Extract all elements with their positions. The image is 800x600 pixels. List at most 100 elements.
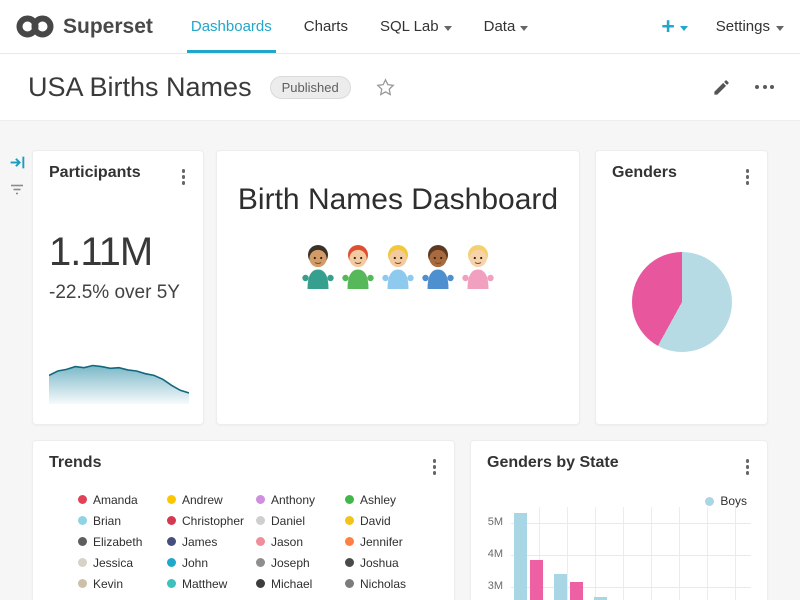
legend-dot — [256, 579, 265, 588]
legend-dot — [345, 516, 354, 525]
card-menu-icon[interactable] — [425, 454, 445, 480]
legend-item-james[interactable]: James — [167, 535, 256, 549]
nav-item-data[interactable]: Data — [468, 0, 545, 53]
legend-item-jessica[interactable]: Jessica — [78, 556, 167, 570]
legend-item-michael[interactable]: Michael — [256, 577, 345, 591]
trends-card: Trends Amanda Andrew Anthony Ashley BrianChr… — [32, 440, 455, 600]
legend-label: John — [182, 556, 208, 570]
legend-dot — [256, 537, 265, 546]
nav-item-sql-lab[interactable]: SQL Lab — [364, 0, 468, 53]
app-logo[interactable]: Superset — [16, 0, 153, 53]
bar-girls[interactable] — [570, 582, 583, 600]
bar-boys[interactable] — [554, 574, 567, 600]
genders-by-state-card: Genders by State Boys 5M4M3M — [470, 440, 768, 600]
superset-logo-icon — [16, 13, 54, 40]
legend-dot — [167, 495, 176, 504]
nav-item-charts[interactable]: Charts — [288, 0, 364, 53]
children-illustration — [217, 243, 579, 289]
edit-dashboard-button[interactable] — [712, 78, 731, 97]
bar-boys[interactable] — [514, 513, 527, 600]
filter-lines-icon — [9, 181, 25, 197]
genders-pie[interactable] — [632, 252, 732, 352]
y-axis-label: 4M — [479, 548, 503, 560]
star-icon — [375, 77, 396, 98]
bar-girls[interactable] — [530, 560, 543, 600]
legend-item-amanda[interactable]: Amanda — [78, 493, 167, 507]
main-nav: Dashboards Charts SQL Lab Data — [175, 0, 544, 53]
legend-item-christopher[interactable]: Christopher — [167, 514, 256, 528]
settings-menu[interactable]: Settings — [716, 18, 784, 35]
legend-dot — [345, 537, 354, 546]
legend-item-david[interactable]: David — [345, 514, 434, 528]
legend-dot — [78, 495, 87, 504]
bar-boys[interactable] — [594, 597, 607, 600]
legend-item-kevin[interactable]: Kevin — [78, 577, 167, 591]
y-axis-label: 5M — [479, 516, 503, 528]
expand-filter-bar-button[interactable] — [9, 154, 26, 171]
card-title: Trends — [49, 454, 101, 472]
child-figure-icon — [340, 243, 376, 289]
arrow-to-bar-icon — [9, 154, 26, 171]
gridline — [511, 555, 751, 556]
card-title: Participants — [49, 164, 141, 182]
genders-card: Genders — [595, 150, 768, 425]
legend-item-joseph[interactable]: Joseph — [256, 556, 345, 570]
nav-item-dashboards[interactable]: Dashboards — [175, 0, 288, 53]
legend-item-daniel[interactable]: Daniel — [256, 514, 345, 528]
legend-item-john[interactable]: John — [167, 556, 256, 570]
legend-label: David — [360, 514, 391, 528]
legend-dot — [345, 579, 354, 588]
legend-dot — [345, 495, 354, 504]
legend-label: Anthony — [271, 493, 315, 507]
child-figure-icon — [380, 243, 416, 289]
legend-item-matthew[interactable]: Matthew — [167, 577, 256, 591]
legend-item-joshua[interactable]: Joshua — [345, 556, 434, 570]
ellipsis-icon — [755, 85, 759, 89]
legend-label: Michael — [271, 577, 312, 591]
gridline — [511, 523, 751, 524]
y-axis-label: 3M — [479, 580, 503, 592]
gridline-vertical — [567, 507, 568, 600]
filter-button[interactable] — [9, 181, 25, 197]
legend-item-elizabeth[interactable]: Elizabeth — [78, 535, 167, 549]
dashboard-grid: Participants 1.11M -22.5% over 5Y Birth … — [0, 121, 800, 600]
chevron-down-icon — [680, 26, 688, 31]
new-button[interactable]: + — [661, 15, 687, 38]
trends-legend: Amanda Andrew Anthony Ashley BrianChristophe… — [78, 493, 434, 600]
legend-label: Daniel — [271, 514, 305, 528]
header-actions — [712, 78, 778, 97]
big-number: 1.11M — [49, 230, 203, 275]
legend-item-ashley[interactable]: Ashley — [345, 493, 434, 507]
legend-dot — [256, 495, 265, 504]
nav-item-label: Dashboards — [191, 18, 272, 35]
participants-card: Participants 1.11M -22.5% over 5Y — [32, 150, 204, 425]
card-menu-icon[interactable] — [738, 164, 758, 190]
legend-dot — [167, 579, 176, 588]
child-figure-icon — [460, 243, 496, 289]
favorite-star-button[interactable] — [375, 77, 396, 98]
legend-label: Amanda — [93, 493, 138, 507]
gridline-vertical — [595, 507, 596, 600]
legend-item-anthony[interactable]: Anthony — [256, 493, 345, 507]
legend-dot — [78, 558, 87, 567]
legend-label: Jason — [271, 535, 303, 549]
legend-item-brian[interactable]: Brian — [78, 514, 167, 528]
nav-item-label: Charts — [304, 18, 348, 35]
more-actions-button[interactable] — [751, 81, 778, 93]
published-badge[interactable]: Published — [270, 76, 351, 99]
legend-item-nicholas[interactable]: Nicholas — [345, 577, 434, 591]
legend-item-andrew[interactable]: Andrew — [167, 493, 256, 507]
navbar-right: + Settings — [661, 0, 784, 53]
legend-label: Andrew — [182, 493, 223, 507]
chevron-down-icon — [444, 26, 452, 31]
gbs-plot: 5M 4M 3M — [471, 441, 767, 600]
card-title: Genders — [612, 164, 677, 182]
legend-item-jennifer[interactable]: Jennifer — [345, 535, 434, 549]
legend-dot — [345, 558, 354, 567]
legend-item-jason[interactable]: Jason — [256, 535, 345, 549]
nav-item-label: SQL Lab — [380, 18, 439, 35]
participants-sparkline — [49, 349, 189, 404]
gridline — [511, 587, 751, 588]
legend-dot — [78, 537, 87, 546]
card-menu-icon[interactable] — [174, 164, 194, 190]
